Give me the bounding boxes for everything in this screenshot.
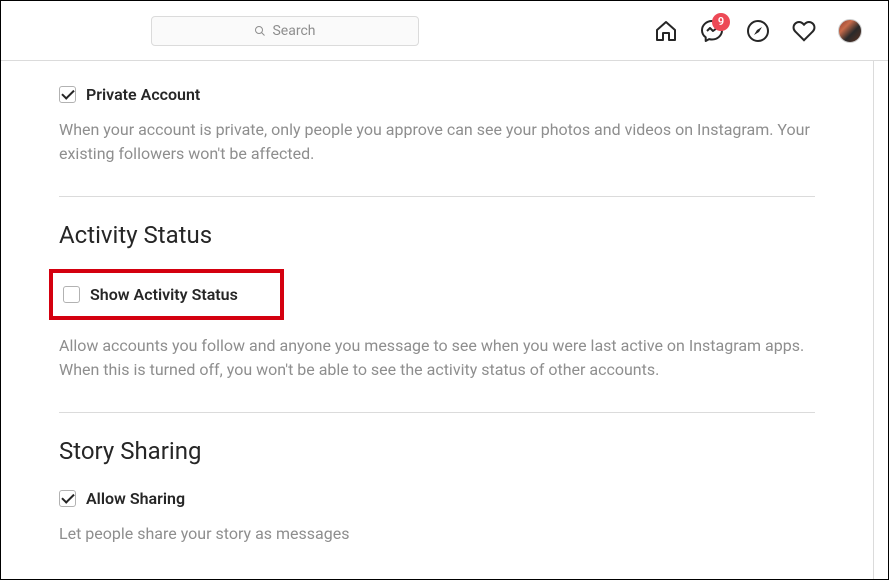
story-sharing-title: Story Sharing [59, 437, 815, 465]
nav-icons: 9 [654, 19, 868, 43]
search-icon [254, 25, 266, 37]
show-activity-status-toggle[interactable]: Show Activity Status [63, 285, 238, 304]
home-icon [654, 19, 678, 43]
private-account-label: Private Account [86, 85, 200, 104]
heart-icon [792, 19, 816, 43]
search-placeholder: Search [272, 23, 315, 39]
messages-button[interactable]: 9 [700, 19, 724, 43]
divider [59, 412, 815, 413]
activity-status-title: Activity Status [59, 221, 815, 249]
private-account-toggle[interactable]: Private Account [59, 85, 815, 104]
highlight-annotation: Show Activity Status [49, 269, 284, 320]
settings-panel: Private Account When your account is pri… [1, 61, 874, 579]
notification-badge: 9 [712, 13, 730, 31]
compass-icon [746, 19, 770, 43]
allow-sharing-label: Allow Sharing [86, 489, 185, 508]
profile-button[interactable] [838, 19, 862, 43]
explore-button[interactable] [746, 19, 770, 43]
checkbox-checked-icon [59, 490, 76, 507]
divider [59, 196, 815, 197]
checkbox-checked-icon [59, 86, 76, 103]
avatar [838, 19, 862, 43]
activity-status-desc: Allow accounts you follow and anyone you… [59, 334, 815, 382]
show-activity-status-label: Show Activity Status [90, 285, 238, 304]
home-button[interactable] [654, 19, 678, 43]
allow-sharing-toggle[interactable]: Allow Sharing [59, 489, 815, 508]
checkbox-unchecked-icon [63, 286, 80, 303]
search-input[interactable]: Search [151, 16, 419, 46]
header-bar: Search 9 [1, 1, 888, 61]
private-account-desc: When your account is private, only peopl… [59, 118, 815, 166]
activity-button[interactable] [792, 19, 816, 43]
story-sharing-desc: Let people share your story as messages [59, 522, 815, 546]
